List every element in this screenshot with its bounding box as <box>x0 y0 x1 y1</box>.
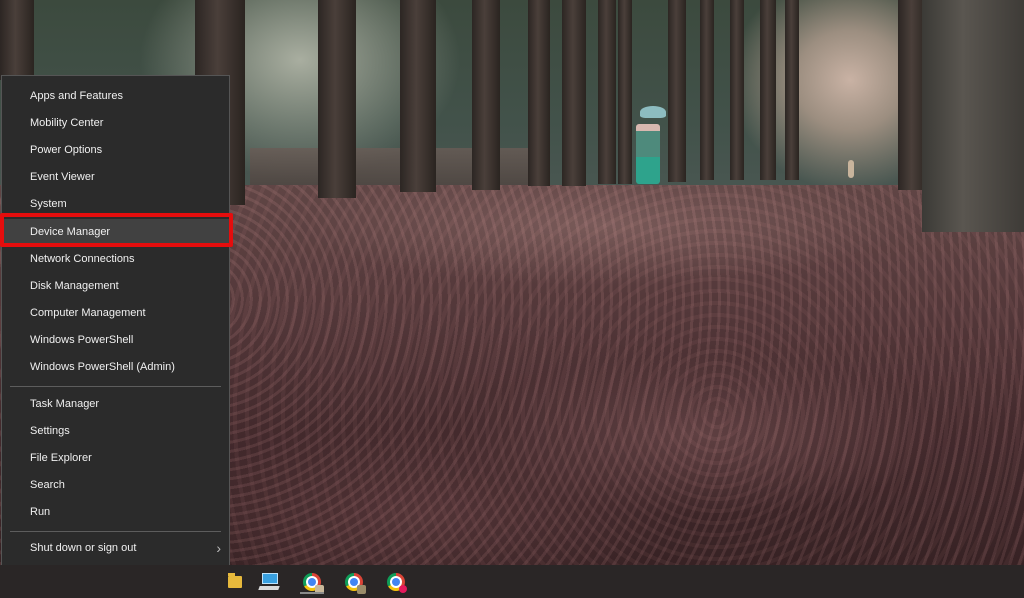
file-explorer-icon[interactable] <box>224 570 248 594</box>
menu-item-windows-powershell-admin[interactable]: Windows PowerShell (Admin) <box>2 354 229 381</box>
menu-item-label: Shut down or sign out <box>30 542 137 554</box>
menu-item-file-explorer[interactable]: File Explorer <box>2 445 229 472</box>
wallpaper-tree-trunk <box>0 0 34 80</box>
menu-separator <box>10 531 221 532</box>
wallpaper-tree-trunk <box>598 0 616 184</box>
menu-item-computer-management[interactable]: Computer Management <box>2 300 229 327</box>
wallpaper-tree-trunk <box>400 0 436 192</box>
monitor-glyph <box>262 573 278 584</box>
profile-badge-icon <box>399 585 407 593</box>
folder-glyph <box>228 573 242 588</box>
menu-item-mobility-center[interactable]: Mobility Center <box>2 110 229 137</box>
menu-item-task-manager[interactable]: Task Manager <box>2 391 229 418</box>
menu-item-event-viewer[interactable]: Event Viewer <box>2 164 229 191</box>
chevron-right-icon: › <box>216 540 221 556</box>
menu-item-run[interactable]: Run <box>2 499 229 526</box>
taskbar <box>0 565 1024 598</box>
wallpaper-tree-trunk <box>562 0 586 186</box>
chrome-icon[interactable] <box>384 570 408 594</box>
menu-item-system[interactable]: System <box>2 191 229 218</box>
wallpaper-tree-trunk <box>472 0 500 190</box>
wallpaper-tree-trunk <box>785 0 799 180</box>
profile-badge-icon <box>357 585 366 594</box>
wallpaper-distant-person <box>848 160 854 178</box>
menu-item-windows-powershell[interactable]: Windows PowerShell <box>2 327 229 354</box>
menu-item-search[interactable]: Search <box>2 472 229 499</box>
wallpaper-tree-trunk <box>700 0 714 180</box>
wallpaper-tree-trunk <box>668 0 686 182</box>
laptop-base-glyph <box>258 586 280 590</box>
active-window-indicator <box>300 592 324 594</box>
quick-link-menu: Apps and Features Mobility Center Power … <box>1 75 230 596</box>
wallpaper-tree-trunk <box>922 0 1024 232</box>
wallpaper-tree-trunk <box>528 0 550 186</box>
menu-separator <box>10 386 221 387</box>
wallpaper-person <box>636 124 660 184</box>
menu-item-disk-management[interactable]: Disk Management <box>2 273 229 300</box>
menu-item-settings[interactable]: Settings <box>2 418 229 445</box>
wallpaper-umbrella <box>640 106 666 118</box>
menu-item-power-options[interactable]: Power Options <box>2 137 229 164</box>
wallpaper-tree-trunk <box>730 0 744 180</box>
wallpaper-tree-trunk <box>618 0 632 184</box>
menu-item-apps-and-features[interactable]: Apps and Features <box>2 83 229 110</box>
menu-item-network-connections[interactable]: Network Connections <box>2 246 229 273</box>
wallpaper-tree-trunk <box>318 0 356 198</box>
menu-item-shut-down-or-sign-out[interactable]: Shut down or sign out › <box>2 535 229 562</box>
menu-item-device-manager[interactable]: Device Manager <box>2 219 229 246</box>
chrome-icon[interactable] <box>342 570 366 594</box>
wallpaper-tree-trunk <box>760 0 776 180</box>
this-pc-icon[interactable] <box>258 570 282 594</box>
chrome-icon[interactable] <box>300 570 324 594</box>
